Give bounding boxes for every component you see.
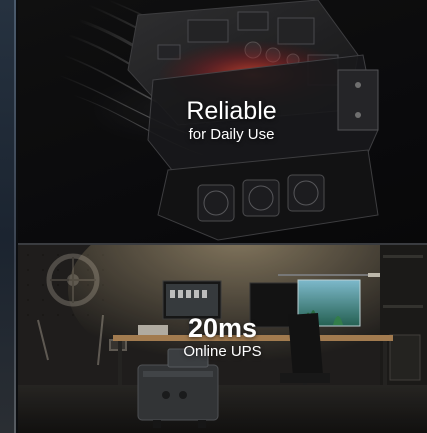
- reliable-caption: Reliable for Daily Use: [36, 96, 427, 144]
- ups-caption: 20ms Online UPS: [18, 313, 427, 361]
- adjacent-panel-edge: [0, 0, 16, 433]
- ups-subtitle: Online UPS: [183, 343, 262, 360]
- reliable-feature-card[interactable]: Reliable for Daily Use: [18, 0, 427, 243]
- feature-gallery: Reliable for Daily Use 20ms Online UPS: [0, 0, 427, 433]
- ups-title: 20ms: [187, 313, 258, 343]
- reliable-title: Reliable: [186, 97, 277, 125]
- reliable-subtitle: for Daily Use: [188, 126, 275, 143]
